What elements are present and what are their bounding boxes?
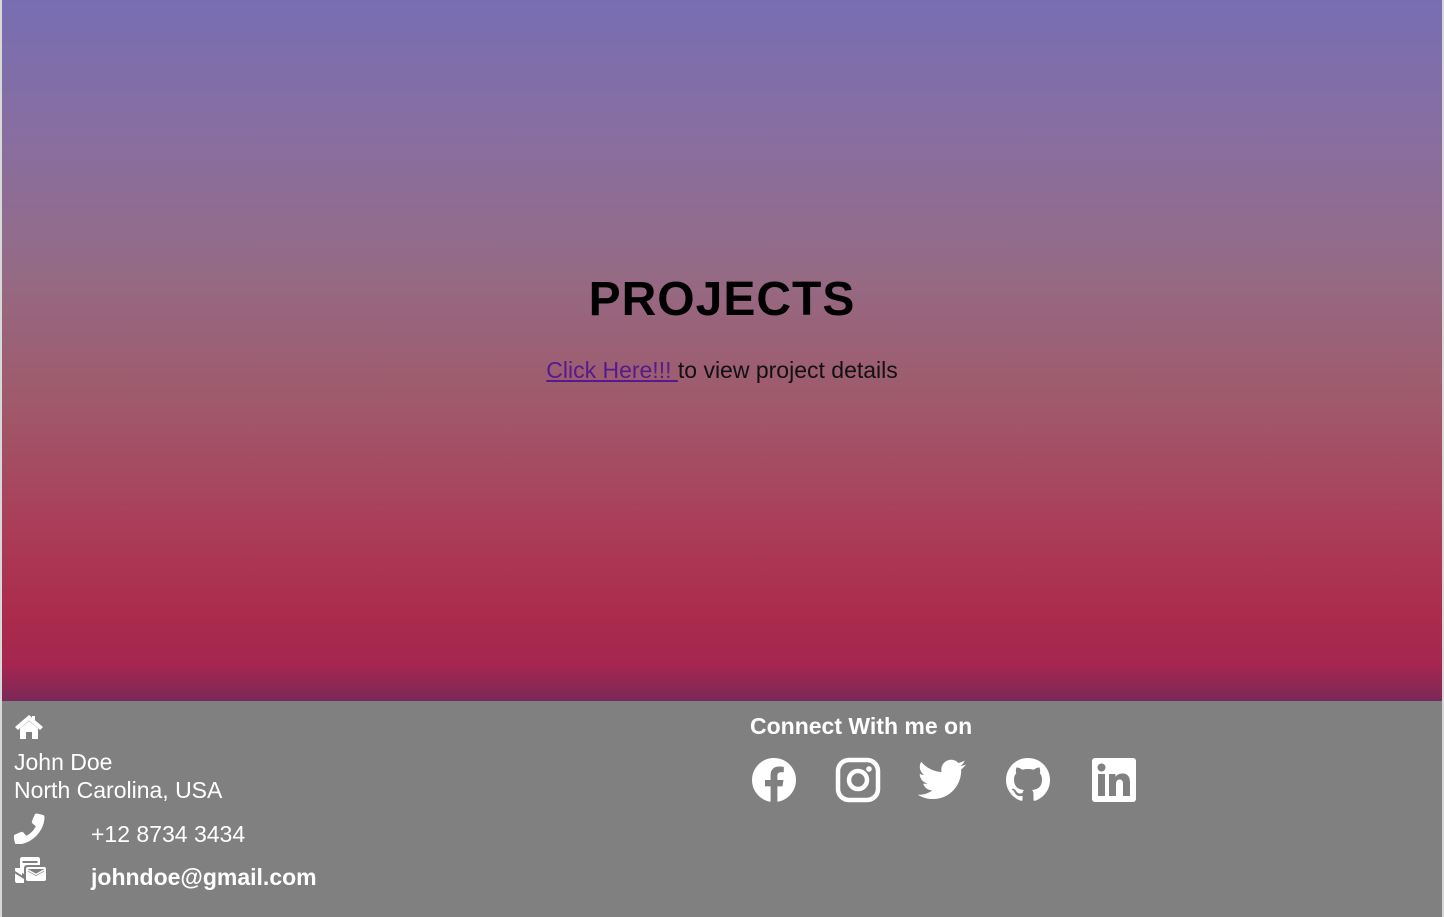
contact-email[interactable]: johndoe@gmail.com — [91, 864, 317, 891]
page: PROJECTS Click Here!!! to view project d… — [2, 0, 1442, 917]
github-icon[interactable] — [1004, 756, 1052, 804]
contact-name: John Doe — [14, 749, 113, 775]
facebook-icon[interactable] — [750, 756, 798, 804]
connect-heading: Connect With me on — [750, 713, 973, 739]
project-link-suffix: to view project details — [677, 357, 898, 383]
page-title: PROJECTS — [588, 273, 856, 326]
twitter-icon[interactable] — [916, 756, 968, 804]
project-link-line: Click Here!!! to view project details — [2, 357, 1442, 384]
footer: John Doe North Carolina, USA +12 8734 34… — [2, 701, 1442, 917]
linkedin-icon[interactable] — [1090, 756, 1138, 804]
hero-section: PROJECTS Click Here!!! to view project d… — [2, 0, 1442, 701]
home-icon — [14, 714, 44, 740]
phone-icon — [13, 812, 46, 845]
contact-address: North Carolina, USA — [14, 777, 223, 803]
contact-phone: +12 8734 3434 — [91, 821, 246, 847]
mail-icon — [13, 856, 47, 886]
instagram-icon[interactable] — [834, 756, 882, 804]
click-here-link[interactable]: Click Here!!! — [546, 357, 678, 383]
